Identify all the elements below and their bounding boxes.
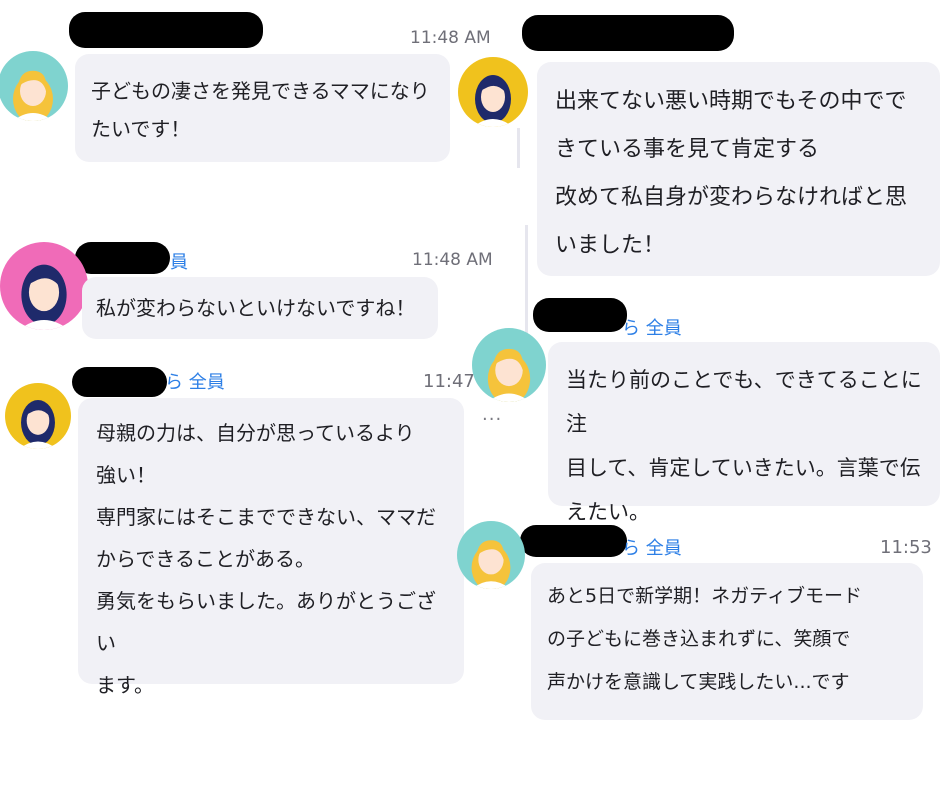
message-bubble: 母親の力は、自分が思っているより 強い！ 専門家にはそこまでできない、ママだ か… xyxy=(78,398,464,697)
avatar-dark-hair-woman-icon[interactable] xyxy=(458,57,528,127)
message-bubble: 私が変わらないといけないですね！ xyxy=(82,277,438,339)
avatar-blonde-woman-icon[interactable] xyxy=(457,521,525,589)
message-bubble: 当たり前のことでも、できてることに注 目して、肯定していきたい。言葉で伝 えたい… xyxy=(548,342,940,524)
avatar-dark-hair-woman-icon[interactable] xyxy=(0,242,88,330)
recipient-label[interactable]: 員 xyxy=(170,248,188,274)
sender-name-redacted xyxy=(533,298,627,332)
sender-name-redacted xyxy=(520,525,627,557)
avatar-blonde-woman-icon[interactable] xyxy=(472,328,546,402)
message-time: 11:47 xyxy=(423,371,475,392)
message-bubble: あと5日で新学期！ネガティブモード の子どもに巻き込まれずに、笑顔で 声かけを意… xyxy=(531,563,923,720)
column-divider xyxy=(525,225,528,335)
avatar-blonde-woman-icon[interactable] xyxy=(0,51,68,121)
message-time: 11:53 xyxy=(880,537,932,558)
recipient-label[interactable]: ら 全員 xyxy=(622,534,682,560)
column-divider xyxy=(517,128,520,168)
more-options-icon[interactable]: ... xyxy=(482,404,502,425)
sender-name-redacted xyxy=(69,12,263,48)
sender-name-redacted xyxy=(72,367,167,397)
message-bubble: 子どもの凄さを発見できるママになり たいです！ xyxy=(75,54,450,162)
recipient-label[interactable]: ら 全員 xyxy=(165,368,225,394)
recipient-label[interactable]: ら 全員 xyxy=(622,314,682,340)
message-bubble: 出来てない悪い時期でもその中でで きている事を見て肯定する 改めて私自身が変わら… xyxy=(537,62,940,276)
sender-name-redacted xyxy=(75,242,170,274)
avatar-dark-hair-woman-icon[interactable] xyxy=(5,383,71,449)
message-time: 11:48 AM xyxy=(412,250,493,270)
sender-name-redacted xyxy=(522,15,734,51)
message-time: 11:48 AM xyxy=(410,28,491,48)
